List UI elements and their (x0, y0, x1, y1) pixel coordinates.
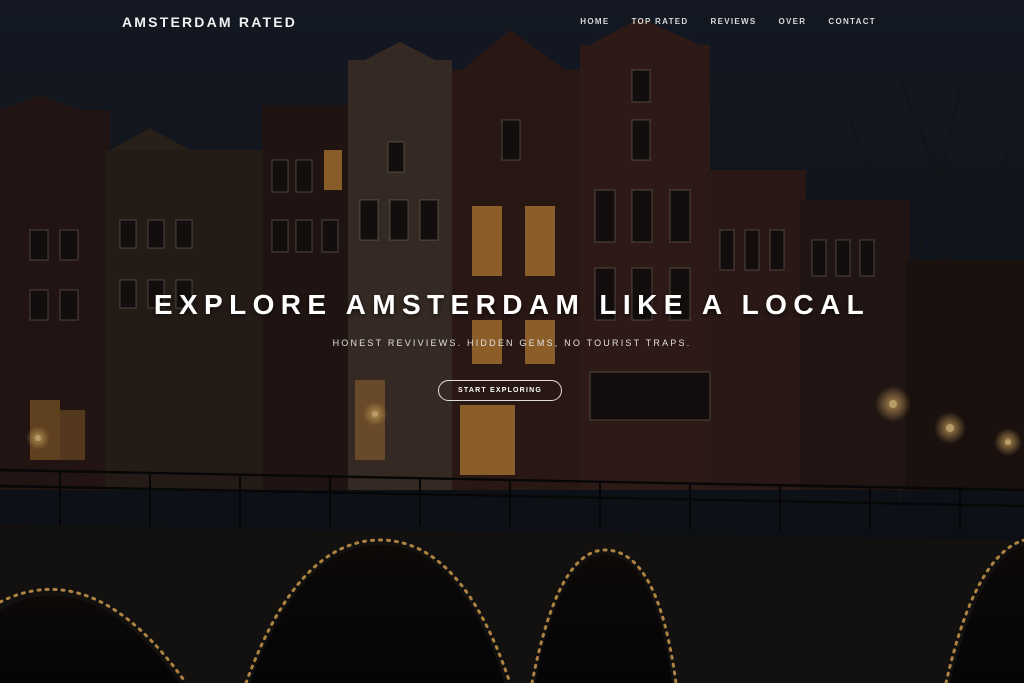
nav-item-contact[interactable]: CONTACT (828, 17, 876, 26)
hero-subtitle: HONEST REVIVIEWS. HIDDEN GEMS, NO TOURIS… (332, 338, 692, 348)
nav-item-over[interactable]: OVER (779, 17, 807, 26)
top-navigation: AMSTERDAM RATED HOME TOP RATED REVIEWS O… (0, 0, 1024, 44)
nav-item-top-rated[interactable]: TOP RATED (631, 17, 688, 26)
nav-item-home[interactable]: HOME (580, 17, 609, 26)
nav-menu: HOME TOP RATED REVIEWS OVER CONTACT (580, 17, 876, 26)
hero-title: EXPLORE AMSTERDAM LIKE A LOCAL (153, 289, 871, 320)
nav-item-reviews[interactable]: REVIEWS (711, 17, 757, 26)
brand-logo-text[interactable]: AMSTERDAM RATED (122, 14, 297, 30)
start-exploring-button[interactable]: START EXPLORING (438, 380, 562, 401)
